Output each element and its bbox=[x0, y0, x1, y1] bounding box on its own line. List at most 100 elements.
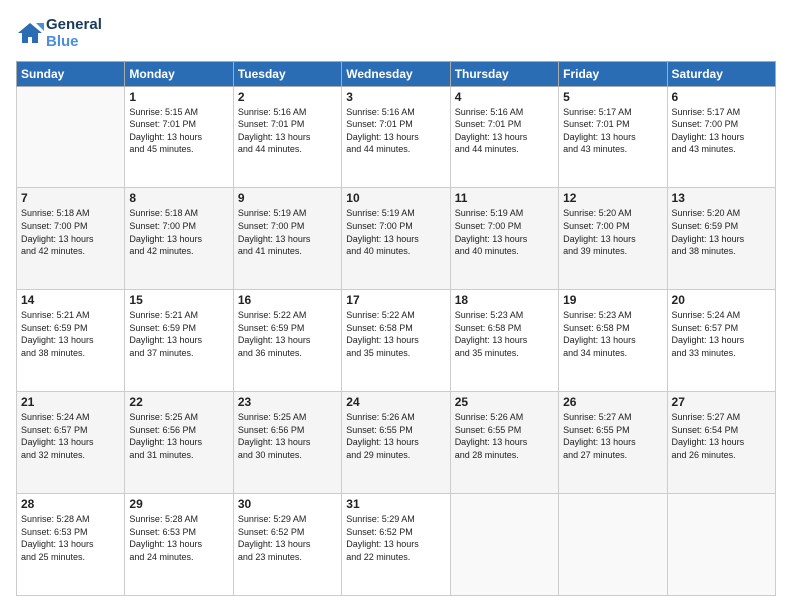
day-info: Sunrise: 5:21 AM Sunset: 6:59 PM Dayligh… bbox=[129, 309, 228, 359]
day-info: Sunrise: 5:19 AM Sunset: 7:00 PM Dayligh… bbox=[346, 207, 445, 257]
day-info: Sunrise: 5:25 AM Sunset: 6:56 PM Dayligh… bbox=[238, 411, 337, 461]
day-number: 16 bbox=[238, 293, 337, 307]
day-info: Sunrise: 5:26 AM Sunset: 6:55 PM Dayligh… bbox=[346, 411, 445, 461]
day-info: Sunrise: 5:25 AM Sunset: 6:56 PM Dayligh… bbox=[129, 411, 228, 461]
day-number: 11 bbox=[455, 191, 554, 205]
calendar-cell bbox=[450, 494, 558, 596]
weekday-header-monday: Monday bbox=[125, 61, 233, 86]
day-number: 5 bbox=[563, 90, 662, 104]
day-number: 2 bbox=[238, 90, 337, 104]
day-info: Sunrise: 5:17 AM Sunset: 7:01 PM Dayligh… bbox=[563, 106, 662, 156]
logo: General Blue bbox=[16, 16, 102, 51]
day-info: Sunrise: 5:19 AM Sunset: 7:00 PM Dayligh… bbox=[455, 207, 554, 257]
day-number: 3 bbox=[346, 90, 445, 104]
weekday-header-tuesday: Tuesday bbox=[233, 61, 341, 86]
day-number: 15 bbox=[129, 293, 228, 307]
calendar-cell: 20 Sunrise: 5:24 AM Sunset: 6:57 PM Dayli… bbox=[667, 290, 775, 392]
calendar-cell: 29 Sunrise: 5:28 AM Sunset: 6:53 PM Dayli… bbox=[125, 494, 233, 596]
calendar-page: General Blue SundayMondayTuesdayWednesda… bbox=[0, 0, 792, 612]
logo-text: General Blue bbox=[46, 16, 102, 51]
calendar-cell: 2 Sunrise: 5:16 AM Sunset: 7:01 PM Daylig… bbox=[233, 86, 341, 188]
calendar-cell: 21 Sunrise: 5:24 AM Sunset: 6:57 PM Dayli… bbox=[17, 392, 125, 494]
day-number: 8 bbox=[129, 191, 228, 205]
day-info: Sunrise: 5:15 AM Sunset: 7:01 PM Dayligh… bbox=[129, 106, 228, 156]
calendar-cell: 11 Sunrise: 5:19 AM Sunset: 7:00 PM Dayli… bbox=[450, 188, 558, 290]
calendar-cell: 4Sunrise: 5:16 AM Sunset: 7:01 PM Daylig… bbox=[450, 86, 558, 188]
calendar-cell: 5 Sunrise: 5:17 AM Sunset: 7:01 PM Daylig… bbox=[559, 86, 667, 188]
day-info: Sunrise: 5:20 AM Sunset: 7:00 PM Dayligh… bbox=[563, 207, 662, 257]
calendar-cell: 27Sunrise: 5:27 AM Sunset: 6:54 PM Dayli… bbox=[667, 392, 775, 494]
calendar-cell: 6 Sunrise: 5:17 AM Sunset: 7:00 PM Daylig… bbox=[667, 86, 775, 188]
weekday-header-friday: Friday bbox=[559, 61, 667, 86]
calendar-cell: 8 Sunrise: 5:18 AM Sunset: 7:00 PM Daylig… bbox=[125, 188, 233, 290]
calendar-cell: 28Sunrise: 5:28 AM Sunset: 6:53 PM Dayli… bbox=[17, 494, 125, 596]
calendar-cell: 25Sunrise: 5:26 AM Sunset: 6:55 PM Dayli… bbox=[450, 392, 558, 494]
calendar-cell: 17Sunrise: 5:22 AM Sunset: 6:58 PM Dayli… bbox=[342, 290, 450, 392]
calendar-cell: 15 Sunrise: 5:21 AM Sunset: 6:59 PM Dayli… bbox=[125, 290, 233, 392]
day-info: Sunrise: 5:16 AM Sunset: 7:01 PM Dayligh… bbox=[346, 106, 445, 156]
day-number: 23 bbox=[238, 395, 337, 409]
day-info: Sunrise: 5:18 AM Sunset: 7:00 PM Dayligh… bbox=[21, 207, 120, 257]
calendar-cell: 24Sunrise: 5:26 AM Sunset: 6:55 PM Dayli… bbox=[342, 392, 450, 494]
calendar-cell: 1 Sunrise: 5:15 AM Sunset: 7:01 PM Daylig… bbox=[125, 86, 233, 188]
calendar-cell bbox=[667, 494, 775, 596]
calendar-cell: 30 Sunrise: 5:29 AM Sunset: 6:52 PM Dayli… bbox=[233, 494, 341, 596]
calendar-cell: 22 Sunrise: 5:25 AM Sunset: 6:56 PM Dayli… bbox=[125, 392, 233, 494]
day-info: Sunrise: 5:23 AM Sunset: 6:58 PM Dayligh… bbox=[563, 309, 662, 359]
day-info: Sunrise: 5:29 AM Sunset: 6:52 PM Dayligh… bbox=[238, 513, 337, 563]
day-number: 22 bbox=[129, 395, 228, 409]
calendar-cell: 10 Sunrise: 5:19 AM Sunset: 7:00 PM Dayli… bbox=[342, 188, 450, 290]
day-info: Sunrise: 5:28 AM Sunset: 6:53 PM Dayligh… bbox=[129, 513, 228, 563]
day-info: Sunrise: 5:21 AM Sunset: 6:59 PM Dayligh… bbox=[21, 309, 120, 359]
day-number: 29 bbox=[129, 497, 228, 511]
day-number: 1 bbox=[129, 90, 228, 104]
day-info: Sunrise: 5:26 AM Sunset: 6:55 PM Dayligh… bbox=[455, 411, 554, 461]
day-number: 18 bbox=[455, 293, 554, 307]
calendar-cell: 23 Sunrise: 5:25 AM Sunset: 6:56 PM Dayli… bbox=[233, 392, 341, 494]
calendar-cell: 31Sunrise: 5:29 AM Sunset: 6:52 PM Dayli… bbox=[342, 494, 450, 596]
day-number: 30 bbox=[238, 497, 337, 511]
day-number: 21 bbox=[21, 395, 120, 409]
day-info: Sunrise: 5:18 AM Sunset: 7:00 PM Dayligh… bbox=[129, 207, 228, 257]
weekday-header-sunday: Sunday bbox=[17, 61, 125, 86]
calendar-table: SundayMondayTuesdayWednesdayThursdayFrid… bbox=[16, 61, 776, 597]
day-number: 13 bbox=[672, 191, 771, 205]
day-number: 27 bbox=[672, 395, 771, 409]
day-number: 6 bbox=[672, 90, 771, 104]
calendar-cell bbox=[559, 494, 667, 596]
day-info: Sunrise: 5:24 AM Sunset: 6:57 PM Dayligh… bbox=[672, 309, 771, 359]
header: General Blue bbox=[16, 16, 776, 51]
day-info: Sunrise: 5:16 AM Sunset: 7:01 PM Dayligh… bbox=[238, 106, 337, 156]
day-info: Sunrise: 5:23 AM Sunset: 6:58 PM Dayligh… bbox=[455, 309, 554, 359]
day-number: 12 bbox=[563, 191, 662, 205]
day-number: 10 bbox=[346, 191, 445, 205]
day-number: 14 bbox=[21, 293, 120, 307]
day-number: 20 bbox=[672, 293, 771, 307]
day-number: 31 bbox=[346, 497, 445, 511]
weekday-header-saturday: Saturday bbox=[667, 61, 775, 86]
day-info: Sunrise: 5:19 AM Sunset: 7:00 PM Dayligh… bbox=[238, 207, 337, 257]
day-number: 28 bbox=[21, 497, 120, 511]
calendar-cell: 7 Sunrise: 5:18 AM Sunset: 7:00 PM Daylig… bbox=[17, 188, 125, 290]
day-number: 7 bbox=[21, 191, 120, 205]
calendar-cell: 9 Sunrise: 5:19 AM Sunset: 7:00 PM Daylig… bbox=[233, 188, 341, 290]
calendar-cell: 26Sunrise: 5:27 AM Sunset: 6:55 PM Dayli… bbox=[559, 392, 667, 494]
day-info: Sunrise: 5:17 AM Sunset: 7:00 PM Dayligh… bbox=[672, 106, 771, 156]
calendar-cell: 14 Sunrise: 5:21 AM Sunset: 6:59 PM Dayli… bbox=[17, 290, 125, 392]
calendar-cell: 18 Sunrise: 5:23 AM Sunset: 6:58 PM Dayli… bbox=[450, 290, 558, 392]
calendar-cell: 16 Sunrise: 5:22 AM Sunset: 6:59 PM Dayli… bbox=[233, 290, 341, 392]
day-number: 9 bbox=[238, 191, 337, 205]
calendar-cell: 12 Sunrise: 5:20 AM Sunset: 7:00 PM Dayli… bbox=[559, 188, 667, 290]
day-info: Sunrise: 5:27 AM Sunset: 6:55 PM Dayligh… bbox=[563, 411, 662, 461]
calendar-cell: 19 Sunrise: 5:23 AM Sunset: 6:58 PM Dayli… bbox=[559, 290, 667, 392]
calendar-cell: 13 Sunrise: 5:20 AM Sunset: 6:59 PM Dayli… bbox=[667, 188, 775, 290]
day-info: Sunrise: 5:20 AM Sunset: 6:59 PM Dayligh… bbox=[672, 207, 771, 257]
day-number: 4 bbox=[455, 90, 554, 104]
day-number: 19 bbox=[563, 293, 662, 307]
logo-icon bbox=[16, 19, 44, 47]
day-info: Sunrise: 5:24 AM Sunset: 6:57 PM Dayligh… bbox=[21, 411, 120, 461]
day-number: 17 bbox=[346, 293, 445, 307]
calendar-cell: 3 Sunrise: 5:16 AM Sunset: 7:01 PM Daylig… bbox=[342, 86, 450, 188]
day-info: Sunrise: 5:22 AM Sunset: 6:59 PM Dayligh… bbox=[238, 309, 337, 359]
weekday-header-wednesday: Wednesday bbox=[342, 61, 450, 86]
